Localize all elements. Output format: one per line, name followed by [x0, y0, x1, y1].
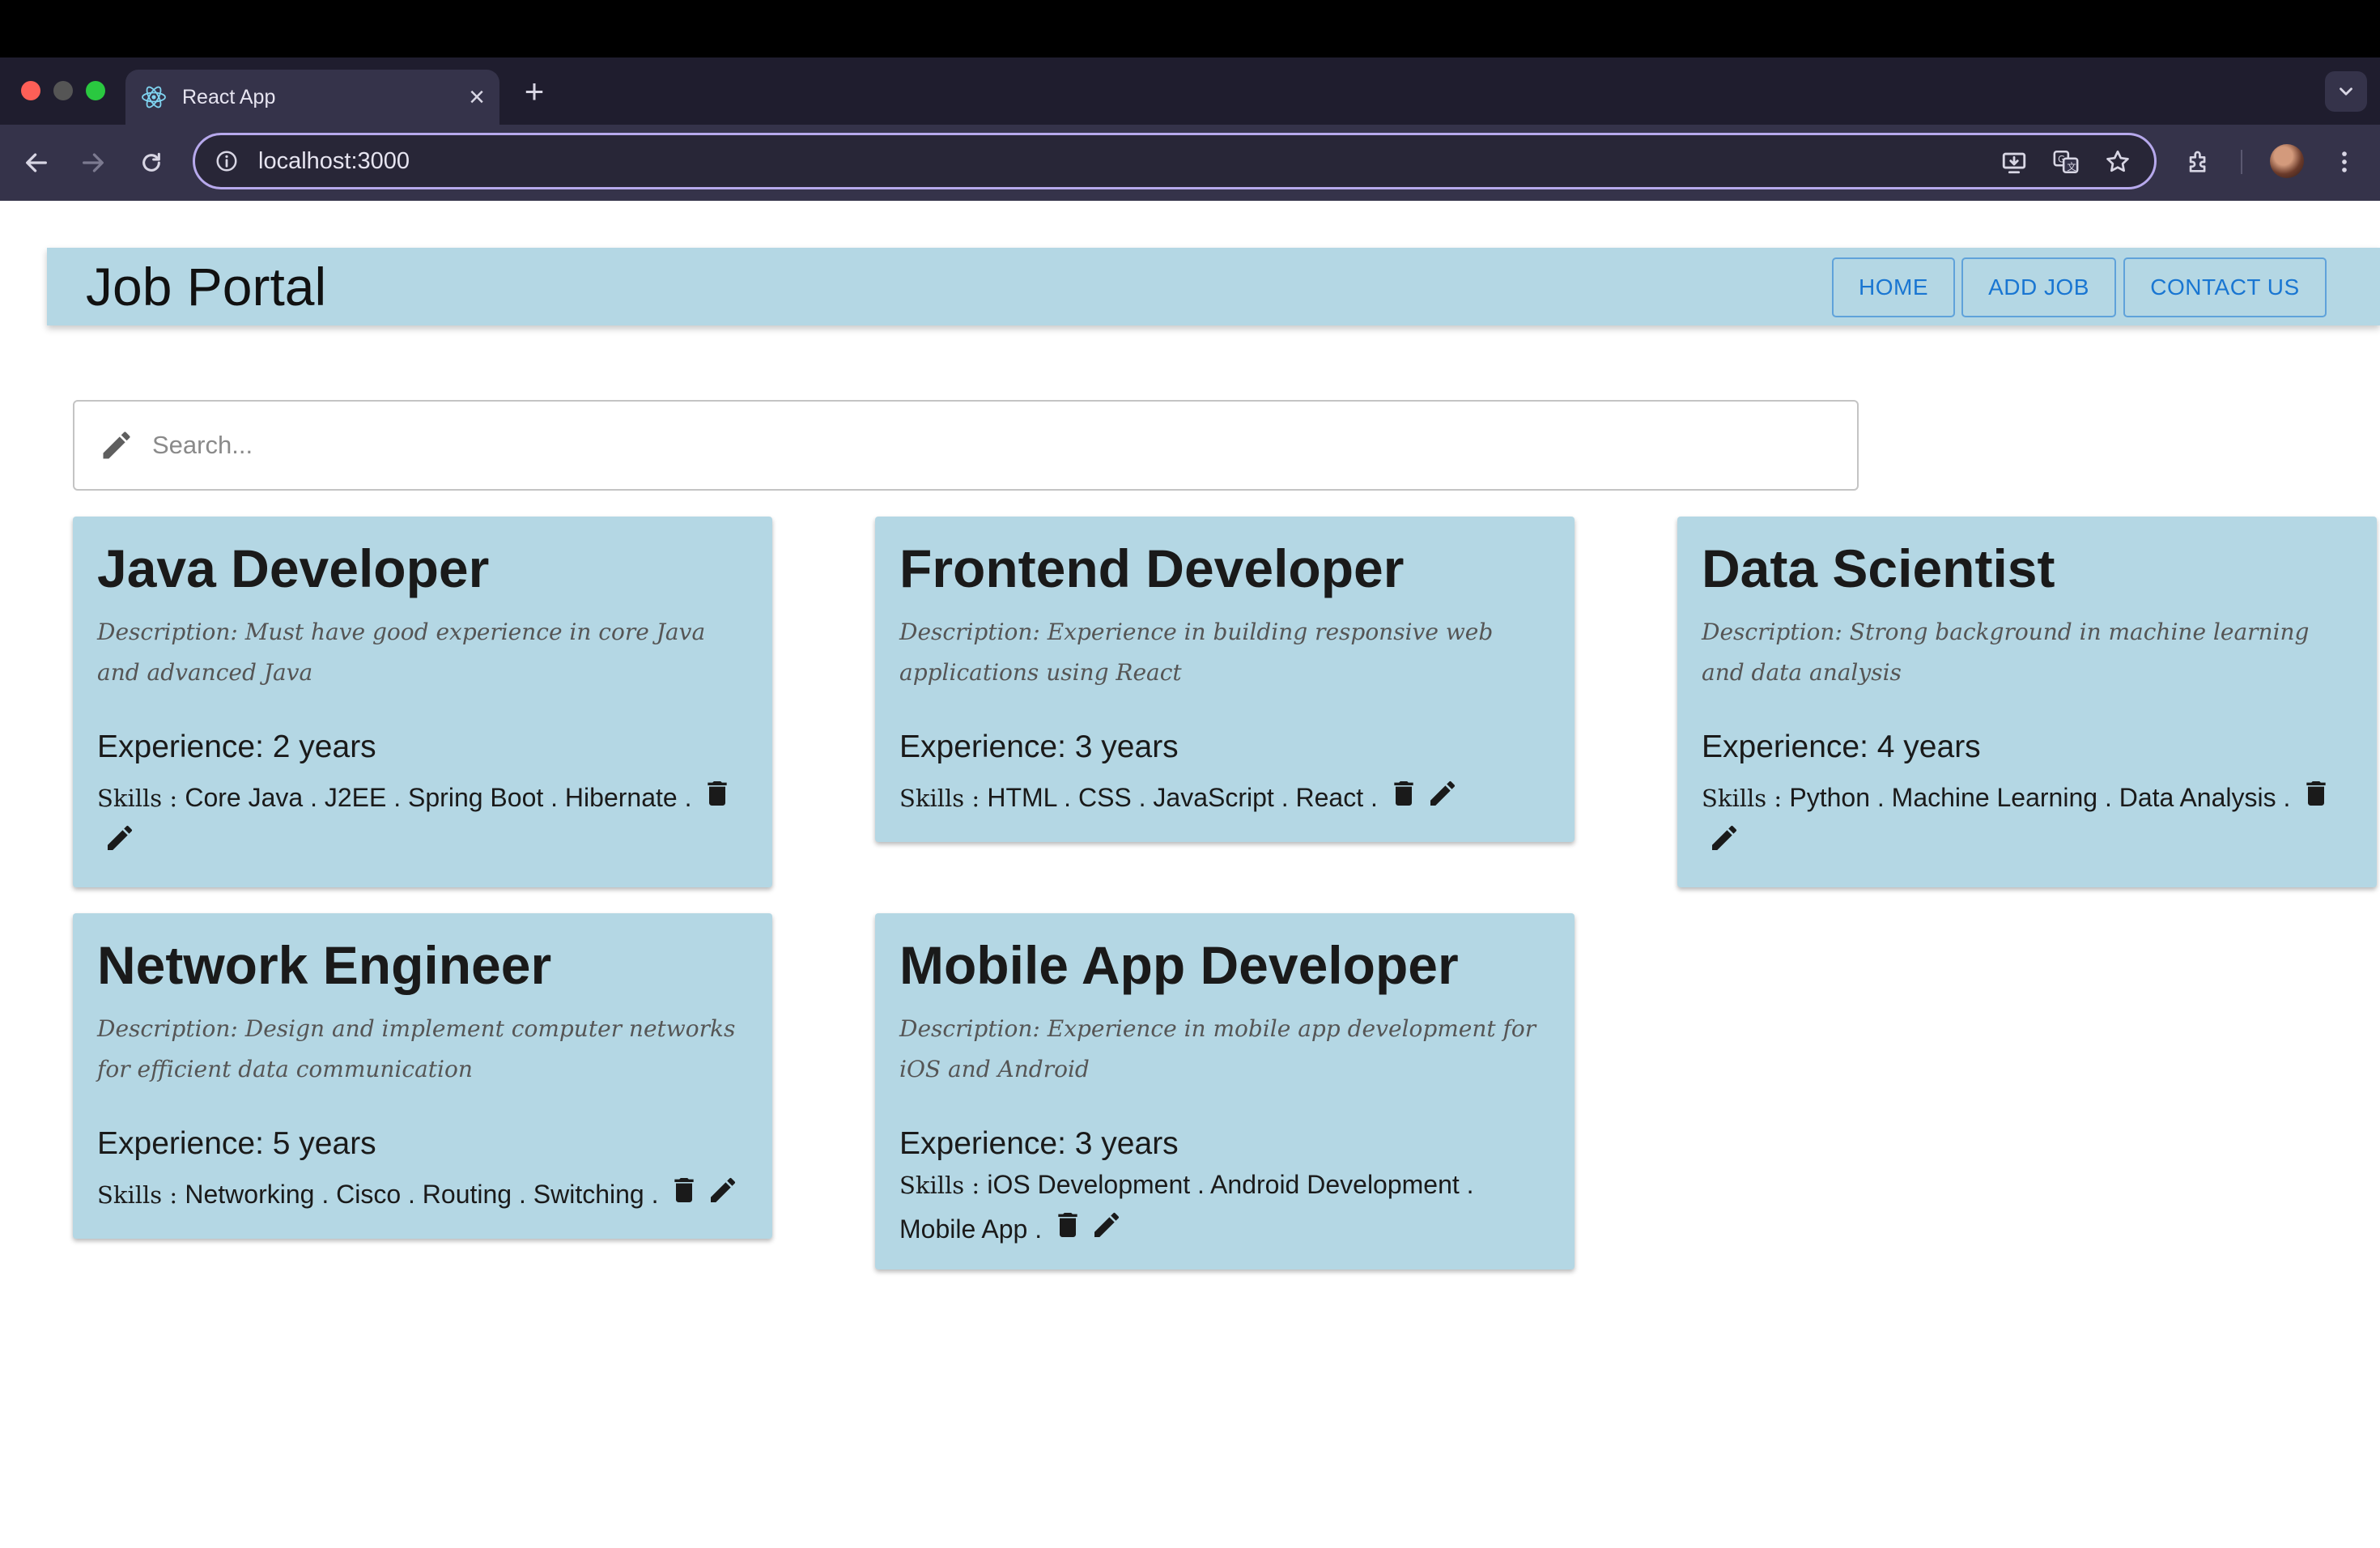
- delete-icon[interactable]: [668, 1174, 700, 1206]
- job-title: Java Developer: [97, 538, 490, 598]
- os-menu-bar: [0, 0, 2380, 57]
- job-card-frontend-developer: Frontend Developer Description: Experien…: [875, 517, 1575, 842]
- url-text: localhost:3000: [258, 147, 410, 174]
- site-info-icon[interactable]: [213, 147, 240, 175]
- back-arrow-icon: [26, 153, 47, 172]
- job-experience: Experience: 3 years: [899, 1126, 1179, 1161]
- skills-label: Skills :: [899, 785, 988, 812]
- pencil-icon: [103, 432, 130, 459]
- close-icon[interactable]: ×: [469, 83, 485, 111]
- skills-label: Skills :: [97, 785, 185, 812]
- edit-icon[interactable]: [1426, 777, 1459, 810]
- address-bar[interactable]: localhost:3000: [193, 133, 2157, 189]
- avatar[interactable]: [2270, 144, 2304, 178]
- window-zoom-button[interactable]: [86, 81, 105, 100]
- job-card-data-scientist: Data Scientist Description: Strong backg…: [1677, 517, 2377, 887]
- extensions-icon[interactable]: [2182, 146, 2215, 178]
- job-title: Data Scientist: [1702, 538, 2055, 598]
- window-close-button[interactable]: [21, 81, 40, 100]
- edit-icon[interactable]: [104, 822, 136, 854]
- page-title: Job Portal: [86, 257, 327, 317]
- job-experience: Experience: 2 years: [97, 729, 376, 764]
- nav-home-button[interactable]: HOME: [1832, 257, 1955, 317]
- translate-icon[interactable]: G文: [2050, 146, 2082, 178]
- kebab-menu-icon[interactable]: [2328, 146, 2361, 178]
- skills-label: Skills :: [899, 1172, 988, 1199]
- back-button[interactable]: [18, 144, 55, 181]
- job-skills: Skills : iOS Development . Android Devel…: [899, 1163, 1550, 1251]
- job-description: Description: Experience in building resp…: [899, 619, 1494, 686]
- toolbar-separator: [2241, 150, 2242, 174]
- tab-search-button[interactable]: [2325, 71, 2367, 112]
- job-skills: Skills : Networking . Cisco . Routing . …: [97, 1172, 748, 1217]
- skills-list: Core Java . J2EE . Spring Boot . Hiberna…: [185, 783, 692, 812]
- delete-icon[interactable]: [2300, 777, 2332, 810]
- search-box[interactable]: [73, 400, 1859, 491]
- job-title: Mobile App Developer: [899, 935, 1459, 995]
- job-card-mobile-app-developer: Mobile App Developer Description: Experi…: [875, 913, 1575, 1269]
- chevron-down-icon: [2340, 87, 2352, 96]
- job-skills: Skills : Python . Machine Learning . Dat…: [1702, 776, 2352, 864]
- job-description: Description: Must have good experience i…: [97, 619, 706, 686]
- job-title: Frontend Developer: [899, 538, 1405, 598]
- job-card-java-developer: Java Developer Description: Must have go…: [73, 517, 772, 887]
- nav-add-job-button[interactable]: ADD JOB: [1961, 257, 2116, 317]
- skills-label: Skills :: [1702, 785, 1790, 812]
- forward-arrow-icon: [83, 153, 104, 172]
- nav-contact-us-button[interactable]: CONTACT US: [2123, 257, 2327, 317]
- job-description: Description: Strong background in machin…: [1702, 619, 2310, 686]
- skills-list: HTML . CSS . JavaScript . React .: [987, 783, 1378, 812]
- bookmark-star-icon[interactable]: [2102, 146, 2134, 178]
- tab-title: React App: [182, 85, 276, 108]
- job-description: Description: Design and implement comput…: [97, 1015, 736, 1082]
- job-description: Description: Experience in mobile app de…: [899, 1015, 1536, 1082]
- browser-tab[interactable]: React App ×: [125, 70, 499, 125]
- delete-icon[interactable]: [1052, 1209, 1084, 1241]
- react-favicon-icon: [140, 83, 168, 111]
- job-experience: Experience: 4 years: [1702, 729, 1981, 764]
- edit-icon[interactable]: [1708, 822, 1740, 854]
- skills-label: Skills :: [97, 1181, 185, 1209]
- skills-list: Networking . Cisco . Routing . Switching…: [185, 1180, 659, 1209]
- job-skills: Skills : Core Java . J2EE . Spring Boot …: [97, 776, 748, 864]
- install-app-icon[interactable]: [1998, 146, 2030, 178]
- skills-list: Python . Machine Learning . Data Analysi…: [1789, 783, 2291, 812]
- svg-text:G: G: [2058, 154, 2065, 165]
- delete-icon[interactable]: [701, 777, 733, 810]
- reload-icon: [142, 152, 160, 172]
- edit-icon[interactable]: [707, 1174, 739, 1206]
- job-card-network-engineer: Network Engineer Description: Design and…: [73, 913, 772, 1239]
- delete-icon[interactable]: [1388, 777, 1420, 810]
- job-experience: Experience: 3 years: [899, 729, 1179, 764]
- window-minimize-button[interactable]: [53, 81, 73, 100]
- forward-button[interactable]: [74, 144, 112, 181]
- edit-icon[interactable]: [1090, 1209, 1123, 1241]
- search-input[interactable]: [151, 430, 1692, 461]
- job-title: Network Engineer: [97, 935, 552, 995]
- svg-text:文: 文: [2067, 161, 2076, 172]
- job-skills: Skills : HTML . CSS . JavaScript . React…: [899, 776, 1550, 820]
- reload-button[interactable]: [133, 144, 170, 181]
- plus-icon[interactable]: +: [518, 73, 550, 110]
- job-experience: Experience: 5 years: [97, 1126, 376, 1161]
